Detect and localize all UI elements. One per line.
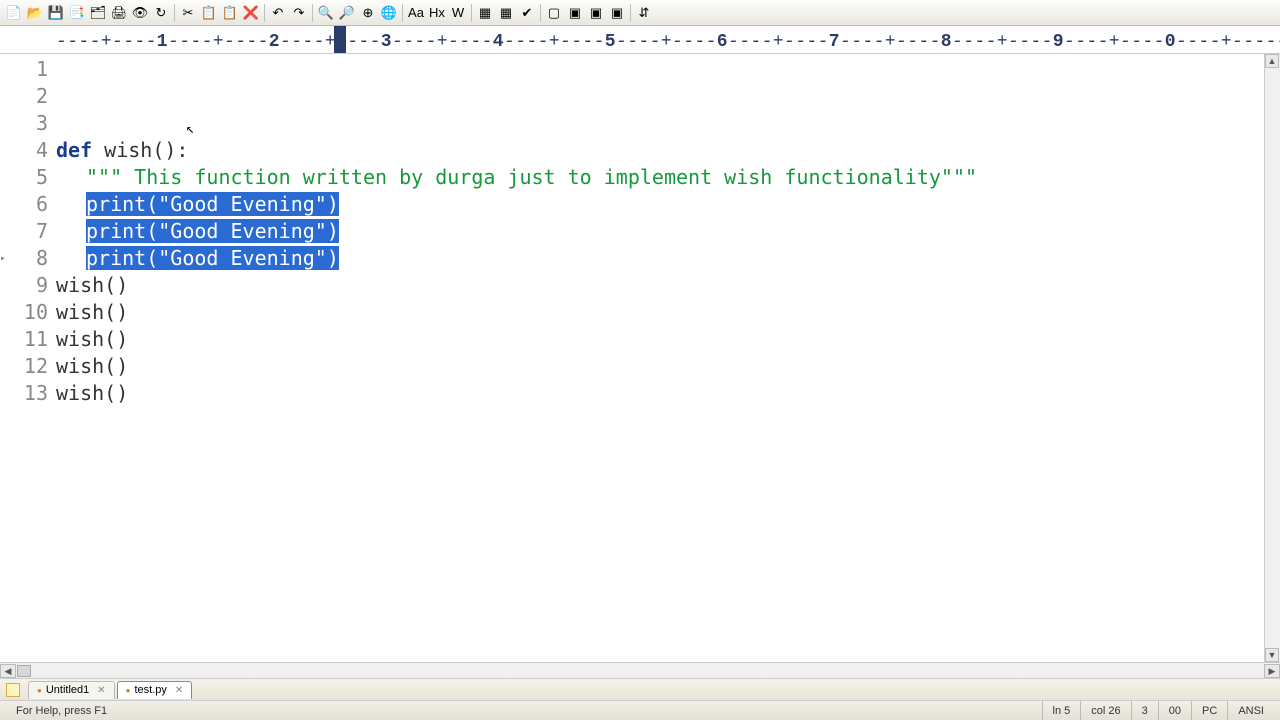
status-charset: ANSI xyxy=(1227,701,1274,720)
toolbar-button[interactable]: 🖨 xyxy=(109,3,129,23)
status-mode: 00 xyxy=(1158,701,1191,720)
code-line[interactable]: ▸ print("Good Evening") xyxy=(56,245,1280,272)
selected-text[interactable]: print("Good Evening") xyxy=(86,219,339,243)
code-line[interactable] xyxy=(56,407,1280,434)
line-number: 8 xyxy=(10,245,48,272)
toolbar-button[interactable]: ▦ xyxy=(475,3,495,23)
line-number: 7 xyxy=(10,218,48,245)
line-number: 9 xyxy=(10,272,48,299)
toolbar-button[interactable]: Aa xyxy=(406,3,426,23)
scroll-thumb[interactable] xyxy=(17,665,31,677)
toolbar-button[interactable]: ▣ xyxy=(586,3,606,23)
line-number: 3 xyxy=(10,110,48,137)
code-line[interactable]: print("Good Evening") xyxy=(56,218,1280,245)
code-line[interactable]: wish() xyxy=(56,380,1280,407)
toolbar-button[interactable]: ✔ xyxy=(517,3,537,23)
close-tab-icon[interactable]: ✕ xyxy=(97,685,105,696)
line-number: 5 xyxy=(10,164,48,191)
toolbar-button[interactable]: 📄 xyxy=(4,3,24,23)
toolbar-button[interactable]: 💾 xyxy=(46,3,66,23)
line-number: 13 xyxy=(10,380,48,407)
fold-column xyxy=(0,54,10,662)
editor-area[interactable]: 12345678910111213 ↖ def wish(): """ This… xyxy=(0,54,1280,662)
line-number-gutter: 12345678910111213 xyxy=(10,54,56,662)
toolbar-button[interactable]: 🔎 xyxy=(337,3,357,23)
horizontal-scrollbar[interactable]: ◀ ▶ xyxy=(0,662,1280,678)
toolbar-button[interactable]: W xyxy=(448,3,468,23)
code-line[interactable]: wish() xyxy=(56,272,1280,299)
scroll-right-icon[interactable]: ▶ xyxy=(1264,664,1280,678)
toolbar-button[interactable]: ▣ xyxy=(565,3,585,23)
toolbar-button[interactable]: ▣ xyxy=(607,3,627,23)
toolbar-button[interactable]: Hx xyxy=(427,3,447,23)
toolbar-button[interactable]: 🗂 xyxy=(88,3,108,23)
modified-dot-icon: ● xyxy=(126,686,131,695)
toolbar-button[interactable]: 📑 xyxy=(67,3,87,23)
toolbar-button[interactable]: 👁 xyxy=(130,3,150,23)
line-number: 11 xyxy=(10,326,48,353)
close-tab-icon[interactable]: ✕ xyxy=(175,685,183,696)
modified-dot-icon: ● xyxy=(37,686,42,695)
line-number: 1 xyxy=(10,56,48,83)
toolbar-button[interactable]: ↻ xyxy=(151,3,171,23)
document-icon xyxy=(6,683,20,697)
line-number: 2 xyxy=(10,83,48,110)
status-sel: 3 xyxy=(1131,701,1158,720)
line-number: 4 xyxy=(10,137,48,164)
status-enc: PC xyxy=(1191,701,1227,720)
toolbar-button[interactable]: ⊕ xyxy=(358,3,378,23)
document-tab[interactable]: ● test.py ✕ xyxy=(117,681,193,699)
selected-text[interactable]: print("Good Evening") xyxy=(86,192,339,216)
status-line: ln 5 xyxy=(1042,701,1081,720)
code-line[interactable] xyxy=(56,434,1280,461)
vertical-scrollbar[interactable]: ▲ ▼ xyxy=(1264,54,1280,662)
current-line-arrow-icon: ▸ xyxy=(0,245,6,272)
scroll-up-icon[interactable]: ▲ xyxy=(1265,54,1279,68)
line-number: 12 xyxy=(10,353,48,380)
scroll-left-icon[interactable]: ◀ xyxy=(0,664,16,678)
toolbar-button[interactable]: 📂 xyxy=(25,3,45,23)
code-line[interactable]: """ This function written by durga just … xyxy=(56,164,1280,191)
toolbar-button[interactable]: ▦ xyxy=(496,3,516,23)
status-col: col 26 xyxy=(1080,701,1130,720)
tab-label: test.py xyxy=(135,684,167,696)
scroll-down-icon[interactable]: ▼ xyxy=(1265,648,1279,662)
selected-text[interactable]: print("Good Evening") xyxy=(86,246,339,270)
toolbar: 📄📂💾📑🗂🖨👁↻✂📋📋❌↶↷🔍🔎⊕🌐AaHxW▦▦✔▢▣▣▣⇵ xyxy=(0,0,1280,26)
code-editor[interactable]: ↖ def wish(): """ This function written … xyxy=(56,54,1280,662)
ruler: ----+----1----+----2----+----3----+----4… xyxy=(0,26,1280,54)
toolbar-button[interactable]: ▢ xyxy=(544,3,564,23)
ruler-cursor-marker xyxy=(334,26,346,53)
line-number: 6 xyxy=(10,191,48,218)
toolbar-button[interactable]: 📋 xyxy=(220,3,240,23)
toolbar-button[interactable]: 📋 xyxy=(199,3,219,23)
code-line[interactable]: wish() xyxy=(56,299,1280,326)
toolbar-button[interactable]: ✂ xyxy=(178,3,198,23)
toolbar-button[interactable]: ⇵ xyxy=(634,3,654,23)
toolbar-button[interactable]: ↷ xyxy=(289,3,309,23)
toolbar-button[interactable]: 🔍 xyxy=(316,3,336,23)
tab-label: Untitled1 xyxy=(46,684,89,696)
status-bar: For Help, press F1 ln 5 col 26 3 00 PC A… xyxy=(0,700,1280,720)
document-tabs: ● Untitled1 ✕ ● test.py ✕ xyxy=(0,678,1280,700)
line-number: 10 xyxy=(10,299,48,326)
code-line[interactable]: wish() xyxy=(56,326,1280,353)
status-help: For Help, press F1 xyxy=(6,701,1042,720)
toolbar-button[interactable]: 🌐 xyxy=(379,3,399,23)
code-line[interactable]: wish() xyxy=(56,353,1280,380)
toolbar-button[interactable]: ❌ xyxy=(241,3,261,23)
document-tab[interactable]: ● Untitled1 ✕ xyxy=(28,681,115,699)
code-line[interactable]: print("Good Evening") xyxy=(56,191,1280,218)
toolbar-button[interactable]: ↶ xyxy=(268,3,288,23)
code-line[interactable]: def wish(): xyxy=(56,137,1280,164)
code-line[interactable] xyxy=(56,461,1280,488)
